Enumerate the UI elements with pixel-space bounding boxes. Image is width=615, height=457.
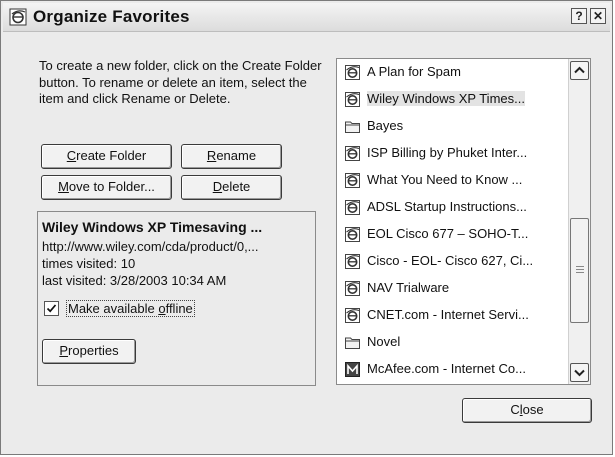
- favorites-list[interactable]: A Plan for Spam Wiley Windows XP Times...…: [336, 58, 591, 385]
- mcafee-icon: [344, 361, 361, 378]
- ie-page-icon: [344, 199, 361, 216]
- close-window-button[interactable]: ✕: [590, 8, 606, 24]
- properties-button[interactable]: Properties: [42, 339, 136, 364]
- help-button[interactable]: ?: [571, 8, 587, 24]
- ie-page-icon: [344, 172, 361, 189]
- dialog-title: Organize Favorites: [33, 7, 190, 26]
- list-item[interactable]: CNET.com - Internet Servi...: [337, 302, 565, 329]
- move-to-folder-button[interactable]: Move to Folder...: [41, 175, 172, 200]
- favorites-list-items: A Plan for Spam Wiley Windows XP Times...…: [337, 59, 565, 383]
- list-item[interactable]: What You Need to Know ...: [337, 167, 565, 194]
- list-item[interactable]: Cisco - EOL- Cisco 627, Ci...: [337, 248, 565, 275]
- ie-page-icon: [344, 64, 361, 81]
- delete-button[interactable]: Delete: [181, 175, 282, 200]
- chevron-down-icon: [574, 369, 585, 377]
- list-item[interactable]: McAfee.com - Internet Co...: [337, 356, 565, 383]
- folder-icon: [344, 334, 361, 351]
- scrollbar-thumb[interactable]: [570, 218, 589, 323]
- item-details-panel: Wiley Windows XP Timesaving ... http://w…: [37, 211, 316, 386]
- selected-item-url: http://www.wiley.com/cda/product/0,...: [42, 239, 259, 254]
- times-visited: times visited: 10: [42, 256, 136, 271]
- list-item-label: ISP Billing by Phuket Inter...: [367, 145, 528, 160]
- scroll-up-button[interactable]: [570, 61, 589, 80]
- ie-page-icon: [344, 145, 361, 162]
- list-item[interactable]: EOL Cisco 677 – SOHO-T...: [337, 221, 565, 248]
- list-item[interactable]: NAV Trialware: [337, 275, 565, 302]
- vertical-scrollbar[interactable]: [568, 59, 590, 384]
- ie-page-icon: [344, 307, 361, 324]
- ie-page-icon: [344, 91, 361, 108]
- list-item[interactable]: Wiley Windows XP Times...: [337, 86, 565, 113]
- list-item[interactable]: A Plan for Spam: [337, 59, 565, 86]
- create-folder-button[interactable]: Create Folder: [41, 144, 172, 169]
- list-item[interactable]: Novel: [337, 329, 565, 356]
- list-item[interactable]: ISP Billing by Phuket Inter...: [337, 140, 565, 167]
- checkmark-icon: [46, 304, 57, 313]
- list-item-label: NAV Trialware: [367, 280, 450, 295]
- scroll-down-button[interactable]: [570, 363, 589, 382]
- offline-checkbox-label[interactable]: Make available offline: [66, 300, 195, 317]
- close-button[interactable]: Close: [462, 398, 592, 423]
- list-item-label: A Plan for Spam: [367, 64, 461, 79]
- list-item[interactable]: ADSL Startup Instructions...: [337, 194, 565, 221]
- organize-favorites-dialog: Organize Favorites ? ✕ To create a new f…: [0, 0, 613, 455]
- instructions-text: To create a new folder, click on the Cre…: [39, 58, 322, 106]
- list-item-label: Wiley Windows XP Times...: [367, 91, 525, 106]
- list-item-label: EOL Cisco 677 – SOHO-T...: [367, 226, 529, 241]
- list-item-label: McAfee.com - Internet Co...: [367, 361, 526, 376]
- offline-checkbox[interactable]: [44, 301, 59, 316]
- title-bar[interactable]: Organize Favorites ? ✕: [3, 3, 610, 32]
- ie-page-icon: [344, 226, 361, 243]
- folder-icon: [344, 118, 361, 135]
- favorites-window-icon: [9, 8, 27, 26]
- ie-page-icon: [344, 253, 361, 270]
- rename-button[interactable]: Rename: [181, 144, 282, 169]
- chevron-up-icon: [574, 66, 585, 74]
- list-item-label: What You Need to Know ...: [367, 172, 523, 187]
- list-item-label: Novel: [367, 334, 401, 349]
- list-item-label: Cisco - EOL- Cisco 627, Ci...: [367, 253, 534, 268]
- list-item-label: Bayes: [367, 118, 404, 133]
- list-item[interactable]: Bayes: [337, 113, 565, 140]
- list-item-label: CNET.com - Internet Servi...: [367, 307, 529, 322]
- last-visited: last visited: 3/28/2003 10:34 AM: [42, 273, 227, 288]
- ie-page-icon: [344, 280, 361, 297]
- list-item-label: ADSL Startup Instructions...: [367, 199, 527, 214]
- selected-item-name: Wiley Windows XP Timesaving ...: [42, 219, 263, 235]
